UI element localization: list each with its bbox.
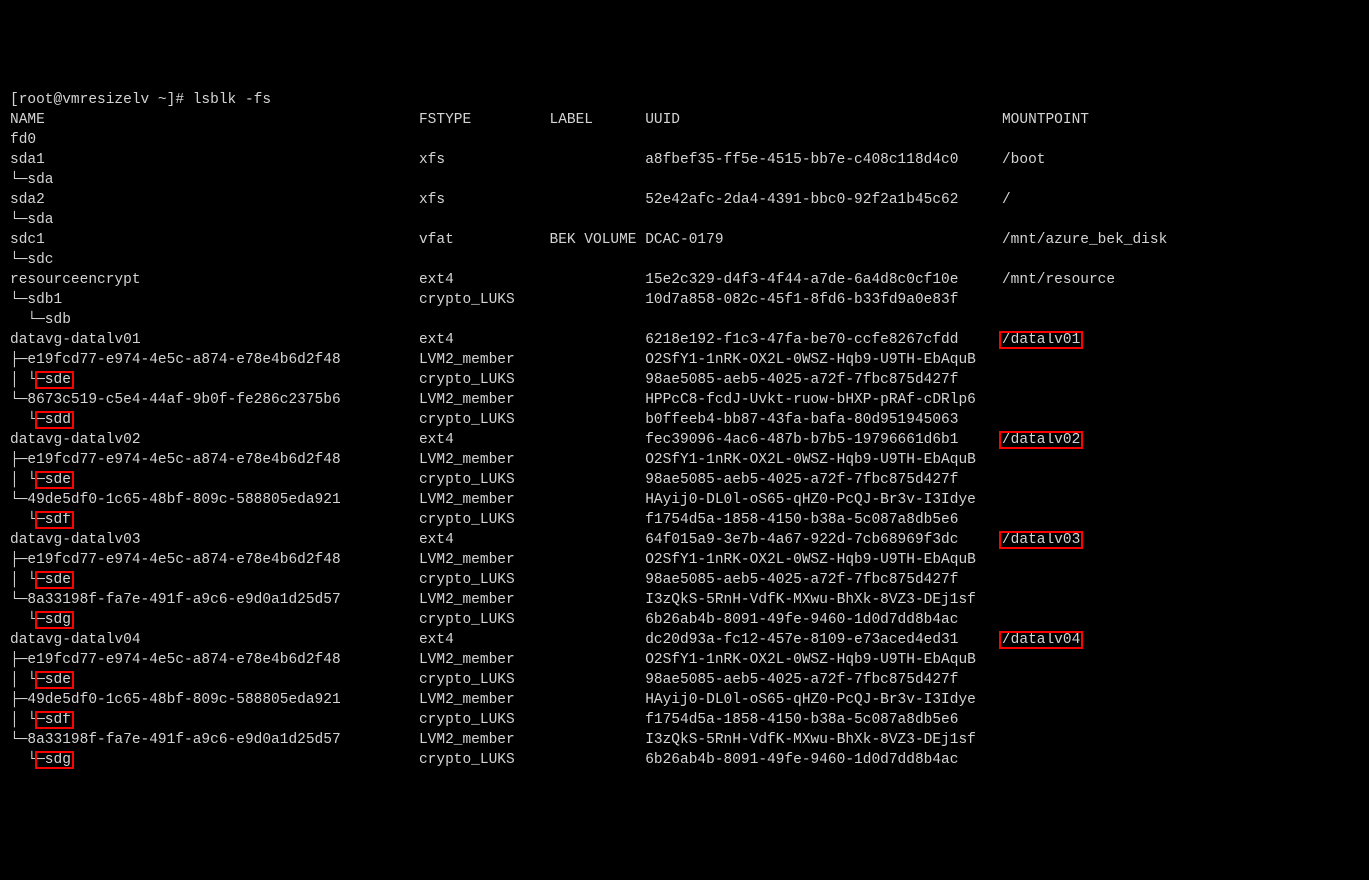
terminal-output: [root@vmresizelv ~]# lsblk -fsNAME FSTYP… — [10, 90, 1359, 770]
disk-highlight — [35, 711, 74, 729]
terminal-line: └─8a33198f-fa7e-491f-a9c6-e9d0a1d25d57 L… — [10, 730, 1359, 750]
terminal-line: └─8673c519-c5e4-44af-9b0f-fe286c2375b6 L… — [10, 390, 1359, 410]
terminal-line: sda2 xfs 52e42afc-2da4-4391-bbc0-92f2a1b… — [10, 190, 1359, 210]
terminal-line: fd0 — [10, 130, 1359, 150]
terminal-line: └─sdc — [10, 250, 1359, 270]
terminal-line: └─sdd crypto_LUKS b0ffeeb4-bb87-43fa-baf… — [10, 410, 1359, 430]
terminal-line: └─8a33198f-fa7e-491f-a9c6-e9d0a1d25d57 L… — [10, 590, 1359, 610]
terminal-line: resourceencrypt ext4 15e2c329-d4f3-4f44-… — [10, 270, 1359, 290]
disk-highlight — [35, 671, 74, 689]
terminal-line: ├─e19fcd77-e974-4e5c-a874-e78e4b6d2f48 L… — [10, 650, 1359, 670]
terminal-line: │ └─sde crypto_LUKS 98ae5085-aeb5-4025-a… — [10, 370, 1359, 390]
terminal-line: datavg-datalv02 ext4 fec39096-4ac6-487b-… — [10, 430, 1359, 450]
disk-highlight — [35, 471, 74, 489]
terminal-line: NAME FSTYPE LABEL UUID MOUNTPOINT — [10, 110, 1359, 130]
terminal-line: datavg-datalv03 ext4 64f015a9-3e7b-4a67-… — [10, 530, 1359, 550]
mountpoint-highlight — [999, 331, 1083, 349]
mountpoint-highlight — [999, 631, 1083, 649]
terminal-line: [root@vmresizelv ~]# lsblk -fs — [10, 90, 1359, 110]
terminal-line: └─sdb1 crypto_LUKS 10d7a858-082c-45f1-8f… — [10, 290, 1359, 310]
terminal-line: └─sda — [10, 170, 1359, 190]
terminal-line: datavg-datalv04 ext4 dc20d93a-fc12-457e-… — [10, 630, 1359, 650]
mountpoint-highlight — [999, 431, 1083, 449]
terminal-line: └─sdf crypto_LUKS f1754d5a-1858-4150-b38… — [10, 510, 1359, 530]
terminal-line: ├─e19fcd77-e974-4e5c-a874-e78e4b6d2f48 L… — [10, 550, 1359, 570]
terminal-line: │ └─sde crypto_LUKS 98ae5085-aeb5-4025-a… — [10, 470, 1359, 490]
disk-highlight — [35, 511, 74, 529]
terminal-line: │ └─sde crypto_LUKS 98ae5085-aeb5-4025-a… — [10, 570, 1359, 590]
terminal-line: datavg-datalv01 ext4 6218e192-f1c3-47fa-… — [10, 330, 1359, 350]
terminal-line: └─sdg crypto_LUKS 6b26ab4b-8091-49fe-946… — [10, 750, 1359, 770]
terminal-line: └─49de5df0-1c65-48bf-809c-588805eda921 L… — [10, 490, 1359, 510]
terminal-line: sdc1 vfat BEK VOLUME DCAC-0179 /mnt/azur… — [10, 230, 1359, 250]
terminal-line: sda1 xfs a8fbef35-ff5e-4515-bb7e-c408c11… — [10, 150, 1359, 170]
terminal-line: ├─e19fcd77-e974-4e5c-a874-e78e4b6d2f48 L… — [10, 450, 1359, 470]
disk-highlight — [35, 371, 74, 389]
disk-highlight — [35, 611, 74, 629]
terminal-line: ├─e19fcd77-e974-4e5c-a874-e78e4b6d2f48 L… — [10, 350, 1359, 370]
mountpoint-highlight — [999, 531, 1083, 549]
terminal-line: └─sda — [10, 210, 1359, 230]
disk-highlight — [35, 751, 74, 769]
terminal-line: │ └─sdf crypto_LUKS f1754d5a-1858-4150-b… — [10, 710, 1359, 730]
terminal-line: │ └─sde crypto_LUKS 98ae5085-aeb5-4025-a… — [10, 670, 1359, 690]
disk-highlight — [35, 571, 74, 589]
terminal-line: └─sdg crypto_LUKS 6b26ab4b-8091-49fe-946… — [10, 610, 1359, 630]
disk-highlight — [35, 411, 74, 429]
terminal-line: └─sdb — [10, 310, 1359, 330]
terminal-line: ├─49de5df0-1c65-48bf-809c-588805eda921 L… — [10, 690, 1359, 710]
